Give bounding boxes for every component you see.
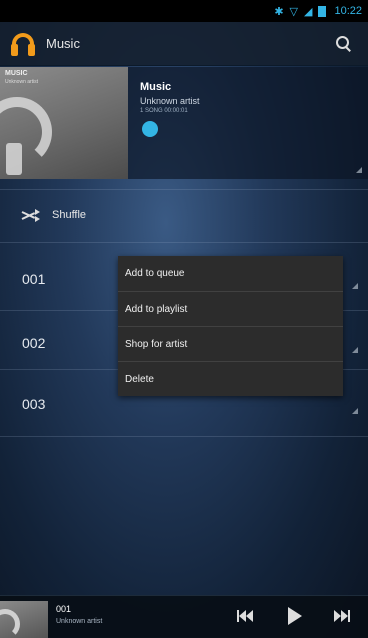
shuffle-row[interactable]: Shuffle bbox=[0, 190, 368, 240]
album-header: MUSIC Unknown artist Music Unknown artis… bbox=[0, 67, 368, 179]
album-name: Music bbox=[140, 81, 172, 93]
play-album-button[interactable] bbox=[142, 121, 158, 137]
album-art: MUSIC Unknown artist bbox=[0, 67, 128, 179]
headphones-art-icon bbox=[0, 609, 20, 638]
play-icon[interactable] bbox=[288, 607, 302, 625]
signal-icon: ◢ bbox=[304, 5, 313, 18]
track-title: 003 bbox=[22, 396, 46, 412]
context-menu: Add to queue Add to playlist Shop for ar… bbox=[118, 256, 343, 396]
headphones-icon[interactable] bbox=[10, 30, 38, 58]
now-playing-art[interactable] bbox=[0, 601, 48, 638]
app-title: Music bbox=[46, 36, 80, 51]
status-time: 10:22 bbox=[334, 5, 362, 17]
now-playing-title: 001 bbox=[56, 604, 72, 614]
overflow-corner-icon[interactable] bbox=[356, 167, 362, 173]
next-icon[interactable] bbox=[334, 610, 352, 622]
status-bar: ✱ ▽ ◢ 10:22 bbox=[0, 0, 368, 22]
menu-item-add-to-playlist[interactable]: Add to playlist bbox=[118, 291, 343, 326]
menu-item-delete[interactable]: Delete bbox=[118, 361, 343, 396]
album-art-subtitle: Unknown artist bbox=[5, 79, 39, 85]
menu-item-add-to-queue[interactable]: Add to queue bbox=[118, 256, 343, 291]
bluetooth-icon: ✱ bbox=[274, 5, 284, 18]
track-title: 002 bbox=[22, 335, 46, 351]
search-icon[interactable] bbox=[336, 36, 352, 52]
album-info[interactable]: Music Unknown artist 1 SONG 00:00:01 bbox=[128, 67, 368, 179]
previous-icon[interactable] bbox=[237, 610, 255, 622]
now-playing-artist: Unknown artist bbox=[56, 618, 103, 625]
track-title: 001 bbox=[22, 271, 46, 287]
album-art-title: MUSIC bbox=[5, 70, 28, 77]
menu-item-shop-for-artist[interactable]: Shop for artist bbox=[118, 326, 343, 361]
overflow-corner-icon[interactable] bbox=[352, 347, 358, 353]
battery-icon bbox=[318, 5, 327, 17]
now-playing-bar[interactable]: 001 Unknown artist bbox=[0, 595, 368, 638]
overflow-corner-icon[interactable] bbox=[352, 408, 358, 414]
divider bbox=[0, 242, 368, 243]
shuffle-icon bbox=[21, 209, 40, 222]
album-artist: Unknown artist bbox=[140, 96, 200, 106]
overflow-corner-icon[interactable] bbox=[352, 283, 358, 289]
action-bar: Music bbox=[0, 22, 368, 66]
album-meta: 1 SONG 00:00:01 bbox=[140, 108, 188, 114]
divider bbox=[0, 436, 368, 437]
wifi-icon: ▽ bbox=[289, 5, 298, 18]
shuffle-label: Shuffle bbox=[52, 209, 87, 221]
